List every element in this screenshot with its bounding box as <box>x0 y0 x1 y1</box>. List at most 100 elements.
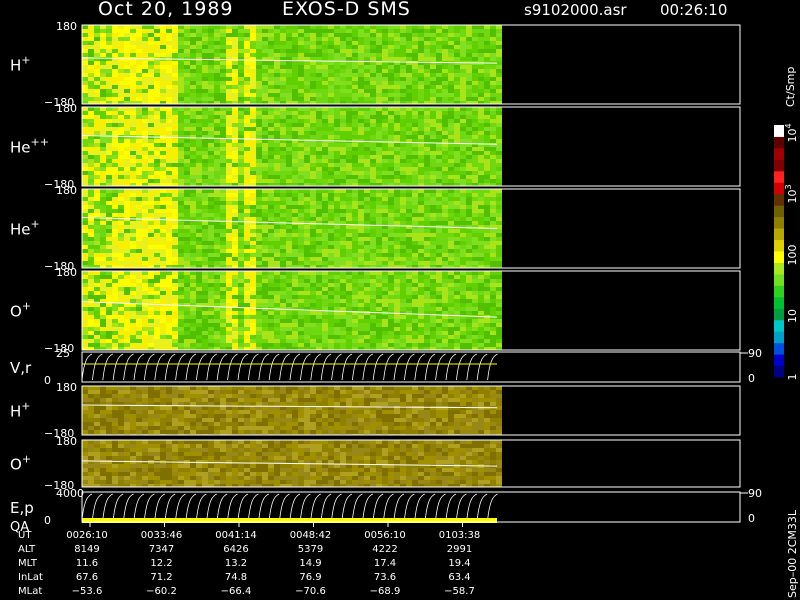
spectrogram-cell <box>442 189 448 193</box>
spectrogram-cell <box>400 167 406 171</box>
spectrogram-cell <box>340 53 346 57</box>
spectrogram-cell <box>196 61 202 65</box>
spectrogram-cell <box>430 261 436 265</box>
spectrogram-cell <box>106 151 112 155</box>
spectrogram-cell <box>124 245 130 249</box>
spectrogram-cell <box>406 57 412 61</box>
spectrogram-cell <box>244 319 250 323</box>
spectrogram-cell <box>316 197 322 201</box>
spectrogram-cell <box>166 209 172 213</box>
spectrogram-cell <box>88 201 94 205</box>
spectrogram-cell <box>280 193 286 197</box>
spectrogram-cell <box>268 119 274 123</box>
spectrogram-cell <box>112 77 118 81</box>
spectrogram-cell <box>406 213 412 217</box>
spectrogram-cell <box>250 29 256 33</box>
spectrogram-cell <box>490 111 496 115</box>
spectrogram-cell <box>142 311 148 315</box>
spectrogram-cell <box>334 77 340 81</box>
spectrogram-cell <box>286 73 292 77</box>
spectrogram-cell <box>88 155 94 159</box>
spectrogram-cell <box>490 249 496 253</box>
spectrogram-cell <box>142 323 148 327</box>
spectrogram-cell <box>100 119 106 123</box>
spectrogram-cell <box>298 73 304 77</box>
spectrogram-cell <box>100 279 106 283</box>
spectrogram-cell <box>286 53 292 57</box>
spectrogram-cell <box>202 213 208 217</box>
spectrogram-cell <box>490 253 496 257</box>
spectrogram-cell <box>388 107 394 111</box>
spectrogram-cell <box>172 131 178 135</box>
spectrogram-cell <box>316 233 322 237</box>
spectrogram-cell <box>274 73 280 77</box>
spectrogram-cell <box>322 29 328 33</box>
spectrogram-cell <box>208 275 214 279</box>
spectrogram-cell <box>232 291 238 295</box>
spectrogram-cell <box>118 81 124 85</box>
spectrogram-cell <box>448 25 454 29</box>
spectrogram-cell <box>496 221 502 225</box>
spectrogram-cell <box>148 221 154 225</box>
spectrogram-cell <box>316 41 322 45</box>
spectrogram-cell <box>364 131 370 135</box>
spectrogram-cell <box>94 151 100 155</box>
spectrogram-cell <box>172 335 178 339</box>
spectrogram-cell <box>142 283 148 287</box>
spectrogram-cell <box>430 107 436 111</box>
spectrogram-cell <box>154 307 160 311</box>
spectrogram-cell <box>328 41 334 45</box>
spectrogram-cell <box>346 253 352 257</box>
spectrogram-cell <box>238 65 244 69</box>
spectrogram-cell <box>334 167 340 171</box>
spectrogram-cell <box>268 179 274 183</box>
spectrogram-cell <box>400 221 406 225</box>
spectrogram-cell <box>268 209 274 213</box>
spectrogram-cell <box>244 119 250 123</box>
spectrogram-cell <box>124 287 130 291</box>
spectrogram-cell <box>358 159 364 163</box>
spectrogram-cell <box>448 213 454 217</box>
spectrogram-cell <box>292 205 298 209</box>
spectrogram-cell <box>496 37 502 41</box>
spectrogram-cell <box>124 225 130 229</box>
spectrogram-cell <box>208 143 214 147</box>
spectrogram-cell <box>496 85 502 89</box>
spectrogram-cell <box>202 127 208 131</box>
spectrogram-cell <box>310 89 316 93</box>
spectrogram-cell <box>130 213 136 217</box>
spectrogram-cell <box>214 311 220 315</box>
spectrogram-cell <box>274 81 280 85</box>
spectrogram-cell <box>412 167 418 171</box>
spectrogram-cell <box>322 143 328 147</box>
spectrogram-cell <box>412 107 418 111</box>
spectrogram-cell <box>82 331 88 335</box>
spectrogram-cell <box>160 311 166 315</box>
spectrogram-cell <box>154 127 160 131</box>
spectrogram-cell <box>286 25 292 29</box>
spectrogram-cell <box>328 123 334 127</box>
spectrogram-cell <box>262 107 268 111</box>
spectrogram-cell <box>100 225 106 229</box>
spectrogram-cell <box>88 229 94 233</box>
spectrogram-cell <box>106 213 112 217</box>
spectrogram-cell <box>478 253 484 257</box>
spectrogram-cell <box>106 295 112 299</box>
spectrogram-cell <box>430 81 436 85</box>
spectrogram-cell <box>286 331 292 335</box>
spectrogram-cell <box>190 29 196 33</box>
spectrogram-cell <box>214 261 220 265</box>
spectrogram-cell <box>370 135 376 139</box>
spectrogram-cell <box>292 213 298 217</box>
spectrogram-cell <box>136 111 142 115</box>
spectrogram-cell <box>250 61 256 65</box>
spectrogram-cell <box>346 217 352 221</box>
spectrogram-cell <box>370 193 376 197</box>
spectrogram-cell <box>244 197 250 201</box>
spectrogram-cell <box>196 335 202 339</box>
spectrogram-cell <box>484 73 490 77</box>
spectrogram-cell <box>280 97 286 101</box>
spectrogram-cell <box>454 49 460 53</box>
spectrogram-cell <box>178 253 184 257</box>
spectrogram-cell <box>424 155 430 159</box>
